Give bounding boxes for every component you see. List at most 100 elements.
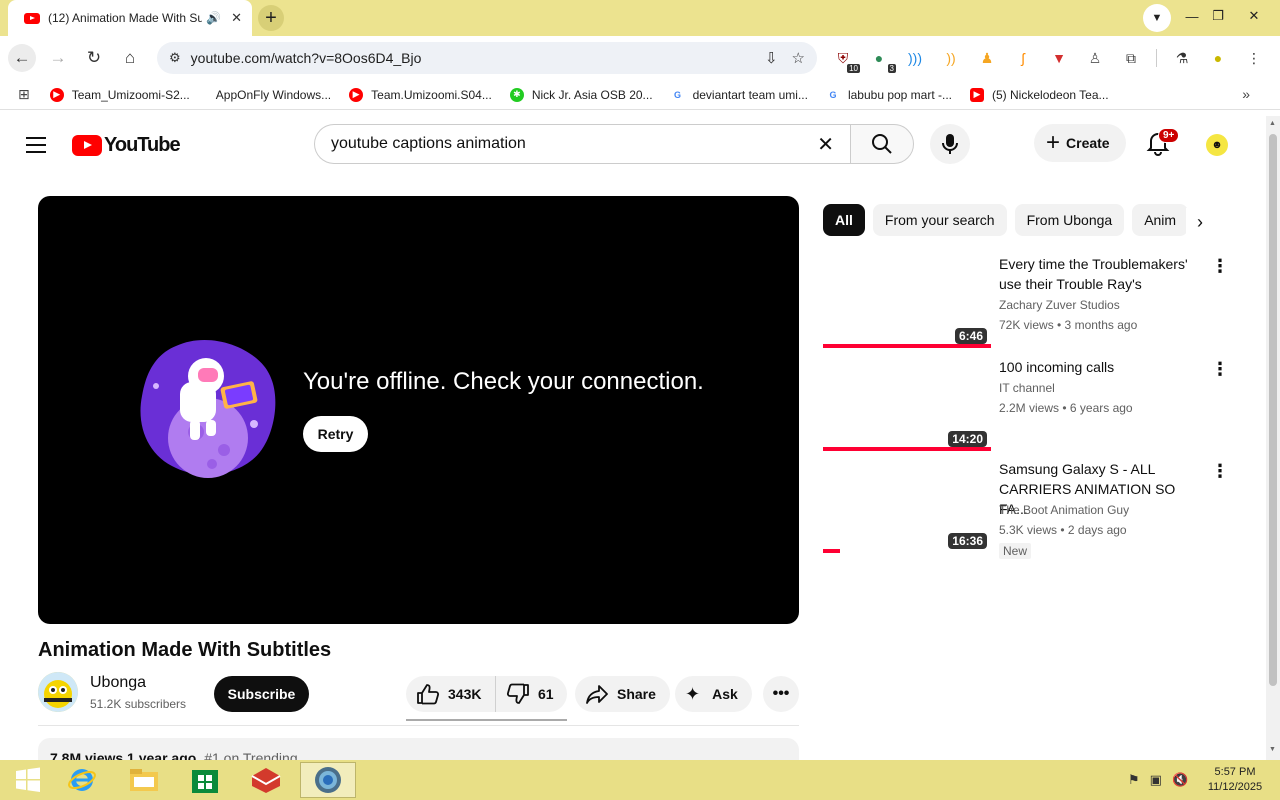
toolbox-app-icon[interactable] <box>238 762 294 798</box>
close-window-button[interactable]: ✕ <box>1234 0 1274 32</box>
description-box[interactable]: 7.8M views 1 year ago #1 on Trending <box>38 738 799 760</box>
account-avatar[interactable]: ☻ <box>1206 134 1228 156</box>
chip-all[interactable]: All <box>823 204 865 236</box>
recommendation-channel[interactable]: Zachary Zuver Studios <box>999 298 1120 312</box>
chevron-right-icon[interactable]: › <box>1186 208 1214 236</box>
network-icon[interactable]: ▣ <box>1150 772 1162 788</box>
apps-grid-icon[interactable]: ⊞ <box>18 86 30 103</box>
search-input[interactable]: youtube captions animation ✕ <box>314 124 850 164</box>
puzzle-extensions-icon[interactable]: ⧉ <box>1120 47 1142 69</box>
video-thumbnail[interactable]: 6:46 <box>823 254 991 348</box>
install-app-icon[interactable]: ⇩ <box>765 49 778 67</box>
kebab-menu-icon[interactable]: ⋮ <box>1211 461 1229 482</box>
site-info-icon[interactable]: ⚙ <box>169 50 181 66</box>
store-icon[interactable] <box>177 762 233 798</box>
notification-badge: 9+ <box>1158 128 1180 143</box>
share-button[interactable]: Share <box>575 676 670 712</box>
labs-flask-icon[interactable]: ⚗ <box>1171 47 1193 69</box>
rocket-extension-icon[interactable]: ♙ <box>1084 47 1106 69</box>
menu-kebab-icon[interactable]: ⋮ <box>1243 47 1265 69</box>
bookmark-item[interactable]: ▶ Team.Umizoomi.S04... <box>349 87 492 102</box>
retry-button[interactable]: Retry <box>303 416 368 452</box>
chip-from-channel[interactable]: From Ubonga <box>1014 204 1125 236</box>
bookmark-item[interactable]: AppOnFly Windows... <box>208 88 331 102</box>
volume-muted-icon[interactable]: 🔇 <box>1172 772 1188 788</box>
chrome-taskbar-icon[interactable] <box>300 762 356 798</box>
orange-wave-extension-icon[interactable]: )) <box>940 47 962 69</box>
scrollbar-thumb[interactable] <box>1269 134 1277 686</box>
start-button[interactable] <box>0 762 56 798</box>
like-ratio-bar <box>406 719 567 721</box>
more-actions-button[interactable]: ••• <box>763 676 799 712</box>
share-icon <box>586 685 608 704</box>
forward-button[interactable]: → <box>44 44 72 72</box>
tab-search-button[interactable]: ▼ <box>1143 4 1171 32</box>
chip-from-your-search[interactable]: From your search <box>872 204 1007 236</box>
create-button[interactable]: + Create <box>1034 124 1126 162</box>
url-text[interactable]: youtube.com/watch?v=8Oos6D4_Bjo <box>191 50 751 66</box>
page-scrollbar[interactable]: ▲ ▼ <box>1266 116 1280 760</box>
ask-button[interactable]: ✦ Ask <box>675 676 752 712</box>
recommendation-title[interactable]: 100 incoming calls <box>999 357 1199 377</box>
notifications-button[interactable]: 9+ <box>1146 128 1180 156</box>
bookmark-item[interactable]: Glabubu pop mart -... <box>825 87 952 102</box>
reload-button[interactable]: ↻ <box>80 44 108 72</box>
google-icon: G <box>825 87 840 102</box>
kebab-menu-icon[interactable]: ⋮ <box>1211 359 1229 380</box>
recommendation-meta: 2.2M views • 6 years ago <box>999 401 1133 415</box>
recommendation-item[interactable]: 14:20 100 incoming calls IT channel 2.2M… <box>823 357 1233 453</box>
new-badge: New <box>999 543 1032 559</box>
action-center-alert-icon[interactable]: ⚑ <box>1128 772 1140 788</box>
search-button[interactable] <box>850 124 914 164</box>
recommendation-item[interactable]: 6:46 Every time the Troublemakers' use t… <box>823 254 1233 350</box>
channel-avatar[interactable] <box>38 672 78 712</box>
scroll-down-arrow-icon[interactable]: ▼ <box>1269 746 1276 753</box>
restore-button[interactable]: ❐ <box>1198 0 1238 32</box>
chip-animation[interactable]: Anim <box>1132 204 1189 236</box>
kebab-menu-icon[interactable]: ⋮ <box>1211 256 1229 277</box>
wave-extension-icon[interactable]: ))) <box>904 47 926 69</box>
home-icon[interactable]: ⌂ <box>116 44 144 72</box>
browser-tab[interactable]: (12) Animation Made With Subtitles 🔊 ✕ <box>8 0 252 36</box>
hook-extension-icon[interactable]: ʃ <box>1012 47 1034 69</box>
video-player[interactable]: You're offline. Check your connection. R… <box>38 196 799 624</box>
internet-explorer-icon[interactable] <box>54 762 110 798</box>
close-tab-icon[interactable]: ✕ <box>231 10 242 26</box>
bookmark-item[interactable]: ▶ Team_Umizoomi-S2... <box>49 87 190 102</box>
shield-extension-icon[interactable]: ⛨ 10 <box>832 47 860 73</box>
person-extension-icon[interactable]: ♟ <box>976 47 998 69</box>
recommendation-channel[interactable]: IT channel <box>999 381 1055 395</box>
like-dislike-group: 343K 61 <box>406 676 567 712</box>
subscribe-button[interactable]: Subscribe <box>214 676 309 712</box>
dislike-button[interactable]: 61 <box>496 683 554 705</box>
bookmark-star-icon[interactable]: ☆ <box>792 49 805 67</box>
address-bar[interactable]: ⚙ youtube.com/watch?v=8Oos6D4_Bjo ⇩ ☆ <box>157 42 817 74</box>
duration-badge: 14:20 <box>948 431 987 447</box>
youtube-logo[interactable]: YouTube <box>72 134 181 157</box>
taskbar-clock[interactable]: 5:57 PM 11/12/2025 <box>1200 765 1270 795</box>
scroll-up-arrow-icon[interactable]: ▲ <box>1269 120 1276 127</box>
dislike-extension-icon[interactable]: ▼ <box>1048 47 1070 69</box>
recommendation-channel[interactable]: The Boot Animation Guy <box>999 503 1129 517</box>
green-extension-icon[interactable]: ● 3 <box>868 47 896 73</box>
hamburger-menu-icon[interactable] <box>24 134 48 154</box>
profile-avatar-icon[interactable]: ● <box>1207 47 1229 69</box>
like-button[interactable]: 343K <box>406 676 496 712</box>
bookmark-item[interactable]: ▶ (5) Nickelodeon Tea... <box>970 87 1109 102</box>
clock-time: 5:57 PM <box>1214 766 1256 778</box>
recommendation-item[interactable]: 16:36 Samsung Galaxy S - ALL CARRIERS AN… <box>823 459 1233 559</box>
speaker-icon[interactable]: 🔊 <box>206 11 221 25</box>
voice-search-button[interactable] <box>930 124 970 164</box>
video-thumbnail[interactable]: 14:20 <box>823 357 991 451</box>
bookmark-item[interactable]: Gdeviantart team umi... <box>670 87 808 102</box>
more-bookmarks-chevron-icon[interactable]: » <box>1242 86 1250 102</box>
bookmark-item[interactable]: ✱ Nick Jr. Asia OSB 20... <box>509 87 653 102</box>
clear-search-icon[interactable]: ✕ <box>817 132 834 157</box>
recommendation-title[interactable]: Every time the Troublemakers' use their … <box>999 254 1199 294</box>
channel-name[interactable]: Ubonga <box>90 674 146 692</box>
back-button[interactable]: ← <box>8 44 36 72</box>
file-explorer-icon[interactable] <box>116 762 172 798</box>
offline-message: You're offline. Check your connection. <box>303 368 704 395</box>
video-thumbnail[interactable]: 16:36 <box>823 459 991 553</box>
new-tab-button[interactable]: + <box>258 5 284 31</box>
